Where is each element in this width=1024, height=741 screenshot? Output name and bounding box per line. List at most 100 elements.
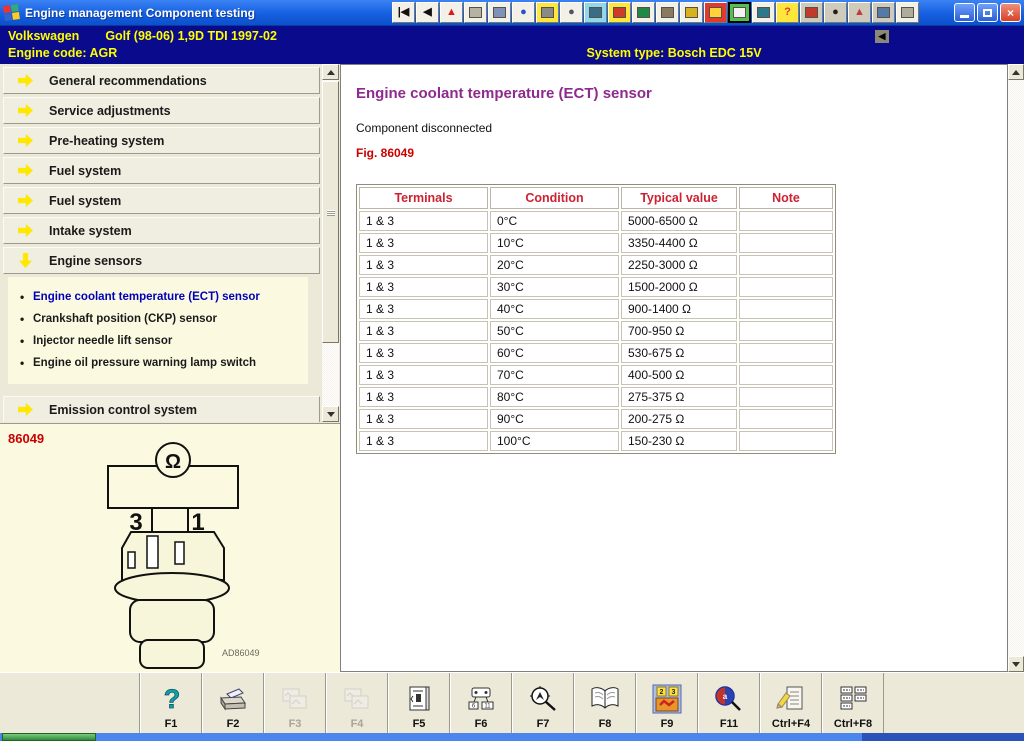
mouse-icon-glyph xyxy=(541,7,554,18)
oil-can-icon-glyph xyxy=(757,7,770,18)
sidebar-scrollbar[interactable] xyxy=(322,64,339,422)
spray-icon[interactable] xyxy=(584,2,607,23)
fkey-button-f9[interactable]: 23F9 xyxy=(636,673,698,733)
table-cell xyxy=(739,233,833,253)
key-icon[interactable] xyxy=(680,2,703,23)
table-cell xyxy=(739,365,833,385)
table-row: 1 & 310°C3350-4400 Ω xyxy=(359,233,833,253)
fkey-button-f1[interactable]: ?F1 xyxy=(140,673,202,733)
lift-icon[interactable] xyxy=(608,2,631,23)
gauge-icon[interactable]: ● xyxy=(824,2,847,23)
content-scrollbar[interactable] xyxy=(1008,64,1024,672)
sidebar-item-injector-needle-lift-sensor[interactable]: •Injector needle lift sensor xyxy=(14,330,304,352)
scroll-up-button[interactable] xyxy=(1008,64,1024,80)
table-cell xyxy=(739,255,833,275)
fkey-button-f11[interactable]: aF11 xyxy=(698,673,760,733)
table-cell: 1 & 3 xyxy=(359,299,488,319)
restore-button[interactable] xyxy=(977,3,998,22)
table-cell xyxy=(739,277,833,297)
roadside-help-icon-glyph: ? xyxy=(784,7,791,18)
taskbar-strip-dark xyxy=(862,733,1024,741)
close-button[interactable]: × xyxy=(1000,3,1021,22)
sidebar-section-general-recommendations[interactable]: General recommendations xyxy=(3,67,320,94)
start-button-edge[interactable] xyxy=(2,733,96,741)
scroll-down-button[interactable] xyxy=(1008,656,1024,672)
print-icon xyxy=(217,682,249,716)
vehicle-icon[interactable] xyxy=(656,2,679,23)
engines-icon[interactable] xyxy=(872,2,895,23)
content-pane: Engine coolant temperature (ECT) sensor … xyxy=(340,64,1008,672)
fkey-button-f6[interactable]: 611F6 xyxy=(450,673,512,733)
component-location-icon: 611 xyxy=(465,682,497,716)
bullet-icon: • xyxy=(20,357,33,369)
titlebar-toolbar: |◀◀▲●●?●▲ xyxy=(392,2,919,23)
minimize-button[interactable] xyxy=(954,3,975,22)
tools-icon[interactable] xyxy=(488,2,511,23)
fkey-label: F2 xyxy=(227,718,240,730)
sidebar-item-engine-coolant-temperature-ect-sensor[interactable]: •Engine coolant temperature (ECT) sensor xyxy=(14,286,304,308)
table-header-cell: Condition xyxy=(490,187,619,209)
nav-first-icon-glyph: |◀ xyxy=(398,7,410,18)
scroll-down-button[interactable] xyxy=(322,406,339,422)
diagram-caption: AD86049 xyxy=(222,648,260,658)
fkey-button-ctrl-f4[interactable]: Ctrl+F4 xyxy=(760,673,822,733)
globe-icon[interactable]: ● xyxy=(512,2,535,23)
spec-table: TerminalsConditionTypical valueNote1 & 3… xyxy=(356,184,836,454)
table-cell: 530-675 Ω xyxy=(621,343,737,363)
sidebar-section-fuel-system[interactable]: Fuel system xyxy=(3,187,320,214)
fkey-button-ctrl-f8[interactable]: Ctrl+F8 xyxy=(822,673,884,733)
sidebar-section-emission-control-system[interactable]: Emission control system xyxy=(3,396,320,422)
sidebar-section-pre-heating-system[interactable]: Pre-heating system xyxy=(3,127,320,154)
window-panel-icon-glyph xyxy=(469,7,482,18)
switch-icon[interactable] xyxy=(896,2,919,23)
sidebar-item-engine-oil-pressure-warning-lamp-switch[interactable]: •Engine oil pressure warning lamp switch xyxy=(14,352,304,374)
garage-door-icon[interactable] xyxy=(632,2,655,23)
table-cell: 50°C xyxy=(490,321,619,341)
sidebar-section-intake-system[interactable]: Intake system xyxy=(3,217,320,244)
chevron-right-icon xyxy=(18,104,33,117)
window-panel-icon[interactable] xyxy=(464,2,487,23)
sidebar-section-engine-sensors[interactable]: Engine sensors xyxy=(3,247,320,274)
sidebar-section-fuel-system[interactable]: Fuel system xyxy=(3,157,320,184)
band-back-icon[interactable]: ◀ xyxy=(875,30,889,43)
table-cell: 1 & 3 xyxy=(359,211,488,231)
nav-first-icon[interactable]: |◀ xyxy=(392,2,415,23)
fkey-button-f2[interactable]: F2 xyxy=(202,673,264,733)
scroll-up-button[interactable] xyxy=(322,64,339,80)
roadside-help-icon[interactable]: ? xyxy=(776,2,799,23)
tyre-icon-glyph: ● xyxy=(568,7,575,18)
table-cell: 100°C xyxy=(490,431,619,451)
fkey-button-f8[interactable]: F8 xyxy=(574,673,636,733)
tyre-icon[interactable]: ● xyxy=(560,2,583,23)
manual-icon xyxy=(589,682,621,716)
window-controls: × xyxy=(954,3,1021,22)
fkey-label: F8 xyxy=(599,718,612,730)
print-active-icon[interactable] xyxy=(728,2,751,23)
component-test-icon-glyph xyxy=(709,7,722,18)
component-test-icon[interactable] xyxy=(704,2,727,23)
table-cell: 1 & 3 xyxy=(359,343,488,363)
sidebar-section-label: Fuel system xyxy=(49,164,121,178)
table-cell: 40°C xyxy=(490,299,619,319)
ohm-symbol: Ω xyxy=(165,451,181,473)
hazard-icon[interactable]: ▲ xyxy=(848,2,871,23)
mouse-icon[interactable] xyxy=(536,2,559,23)
table-cell xyxy=(739,211,833,231)
sidebar-section-label: Emission control system xyxy=(49,403,197,417)
scrollbar-thumb[interactable] xyxy=(322,81,339,343)
table-cell: 400-500 Ω xyxy=(621,365,737,385)
sidebar-item-crankshaft-position-ckp-sensor[interactable]: •Crankshaft position (CKP) sensor xyxy=(14,308,304,330)
nav-back-icon[interactable]: ◀ xyxy=(416,2,439,23)
sidebar-item-label: Crankshaft position (CKP) sensor xyxy=(33,313,217,325)
table-cell: 80°C xyxy=(490,387,619,407)
fkey-label: Ctrl+F4 xyxy=(772,718,810,730)
warning-icon[interactable]: ▲ xyxy=(440,2,463,23)
svg-text:3: 3 xyxy=(672,689,676,696)
minimize-icon xyxy=(960,15,969,18)
oil-can-icon[interactable] xyxy=(752,2,775,23)
fkey-button-f5[interactable]: F5 xyxy=(388,673,450,733)
engine-icon[interactable] xyxy=(800,2,823,23)
sidebar-section-service-adjustments[interactable]: Service adjustments xyxy=(3,97,320,124)
fkey-button-f7[interactable]: F7 xyxy=(512,673,574,733)
chevron-right-icon xyxy=(18,74,33,87)
